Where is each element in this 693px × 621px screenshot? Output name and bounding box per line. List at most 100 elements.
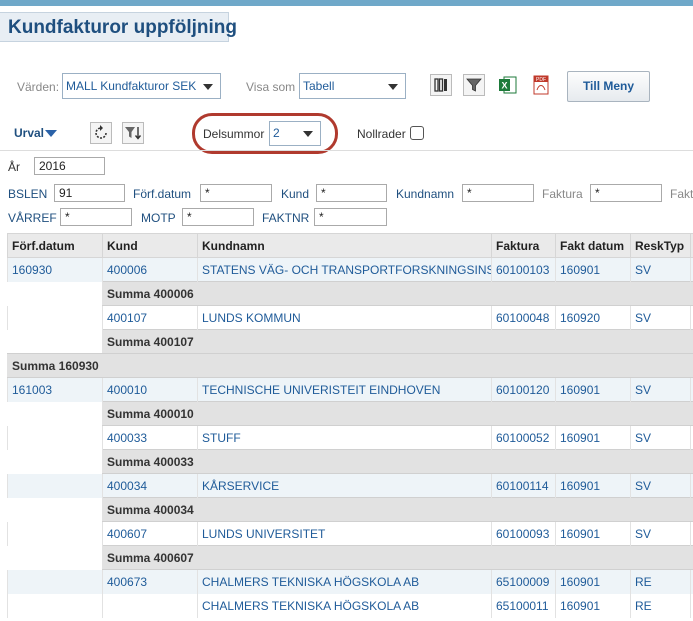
grand-subtotal-row: Summa 160930 [7,353,693,378]
nollrader-checkbox[interactable] [410,126,424,140]
subtotal-row: Summa 400034 [7,497,693,522]
visa-som-select-value: Tabell [303,79,335,93]
filter-icon[interactable] [463,74,485,96]
subtotal-indent [7,329,103,354]
subtotal-cell [630,281,691,306]
visa-som-label: Visa som [246,80,296,94]
columns-icon[interactable] [430,74,452,96]
urval-toggle[interactable]: Urval [14,126,44,140]
till-meny-button[interactable]: Till Meny [567,71,650,102]
excel-icon[interactable]: X [497,74,519,96]
kund-input[interactable]: * [316,184,387,202]
page-title: Kundfakturor uppföljning [8,17,238,38]
delsummor-select[interactable]: 2 [269,121,321,146]
forfdatum-input[interactable]: * [200,184,272,202]
table-cell: LUNDS KOMMUN [197,305,492,330]
subtotal-indent [7,449,103,474]
table-row: 400673 CHALMERS TEKNISKA HÖGSKOLA AB 65100… [7,569,693,594]
table-cell: 160901 [555,593,631,618]
table-cell: 160901 [555,521,631,546]
column-header-kund[interactable]: Kund [102,233,198,258]
subtotal-indent [7,281,103,306]
column-header-kundnamn[interactable]: Kundnamn [197,233,492,258]
chevron-down-icon [388,84,398,90]
subtotal-row: Summa 400010 [7,401,693,426]
table-cell: 400107 [102,305,198,330]
table-row: 400034 KÅRSERVICE 60100114 160901 SV [7,473,693,498]
subtotal-cell [491,401,556,426]
kundnamn-input[interactable]: * [462,184,534,202]
table-cell: 60100103 [491,257,556,282]
table-cell: 60100093 [491,521,556,546]
filter-sort-icon[interactable] [122,122,144,144]
subtotal-label: Summa 400607 [102,545,198,570]
table-cell: LUNDS UNIVERSITET [197,521,492,546]
table-cell: 65100011 [491,593,556,618]
forfdatum-label: Förf.datum [133,187,192,201]
table-header-row: Förf.datum Kund Kundnamn Faktura Fakt da… [7,233,693,258]
subtotal-cell [491,449,556,474]
column-header-fakt-datum[interactable]: Fakt datum [555,233,631,258]
visa-som-select[interactable]: Tabell [299,73,406,99]
column-header-forfdatum[interactable]: Förf.datum [7,233,103,258]
faktura-input[interactable]: * [590,184,662,202]
subtotal-cell [555,281,631,306]
table-cell: STUFF [197,425,492,450]
refresh-icon[interactable] [90,122,112,144]
table-cell: KÅRSERVICE [197,473,492,498]
table-row: CHALMERS TEKNISKA HÖGSKOLA AB 65100011 160… [7,593,693,618]
table-cell: STATENS VÄG- OCH TRANSPORTFORSKNINGSINST [197,257,492,282]
varref-label: VÅRREF [8,211,57,225]
column-header-resktyp[interactable]: ReskTyp [630,233,691,258]
svg-text:X: X [501,81,507,91]
table-row: 161003 400010 TECHNISCHE UNIVERISTEIT EIND… [7,377,693,402]
subtotal-cell [555,545,631,570]
table-cell: 60100048 [491,305,556,330]
table-cell [7,593,103,618]
pdf-icon[interactable]: PDF [530,74,552,96]
table-row: 400033 STUFF 60100052 160901 SV [7,425,693,450]
subtotal-label: Summa 400107 [102,329,198,354]
table-cell: 160901 [555,473,631,498]
motp-input[interactable]: * [182,208,254,226]
table-cell: 60100114 [491,473,556,498]
table-cell: 400673 [102,569,198,594]
ar-input[interactable]: 2016 [34,157,105,175]
table-cell: SV [630,377,691,402]
subtotal-row: Summa 400107 [7,329,693,354]
table-cell [7,473,103,498]
varref-input[interactable]: * [60,208,132,226]
table-cell: 400033 [102,425,198,450]
bslen-label: BSLEN [8,187,48,201]
subtotal-cell [555,497,631,522]
subtotal-cell [630,401,691,426]
subtotal-cell [197,329,492,354]
caret-down-icon[interactable] [45,130,57,137]
table-cell: 60100120 [491,377,556,402]
grand-subtotal-cell [491,353,556,378]
subtotal-cell [491,329,556,354]
table-cell: SV [630,257,691,282]
faktnr-input[interactable]: * [314,208,387,226]
table-cell: SV [630,473,691,498]
table-cell: 160901 [555,377,631,402]
varden-select[interactable]: MALL Kundfakturor SEK [62,73,221,99]
svg-text:PDF: PDF [536,77,546,83]
kundnamn-label: Kundnamn [396,187,455,201]
subtotal-indent [7,545,103,570]
table-cell: 400010 [102,377,198,402]
motp-label: MOTP [141,211,176,225]
column-header-faktura[interactable]: Faktura [491,233,556,258]
subtotal-cell [555,449,631,474]
faktura-label: Faktura [542,187,583,201]
subtotal-cell [491,497,556,522]
varden-label: Värden: [17,80,60,94]
table-cell [7,425,103,450]
table-cell: 160920 [555,305,631,330]
bslen-input[interactable]: 91 [54,184,125,202]
subtotal-cell [491,281,556,306]
table-cell: RE [630,593,691,618]
grand-subtotal-cell [197,353,492,378]
table-cell [7,569,103,594]
kund-label: Kund [281,187,310,201]
